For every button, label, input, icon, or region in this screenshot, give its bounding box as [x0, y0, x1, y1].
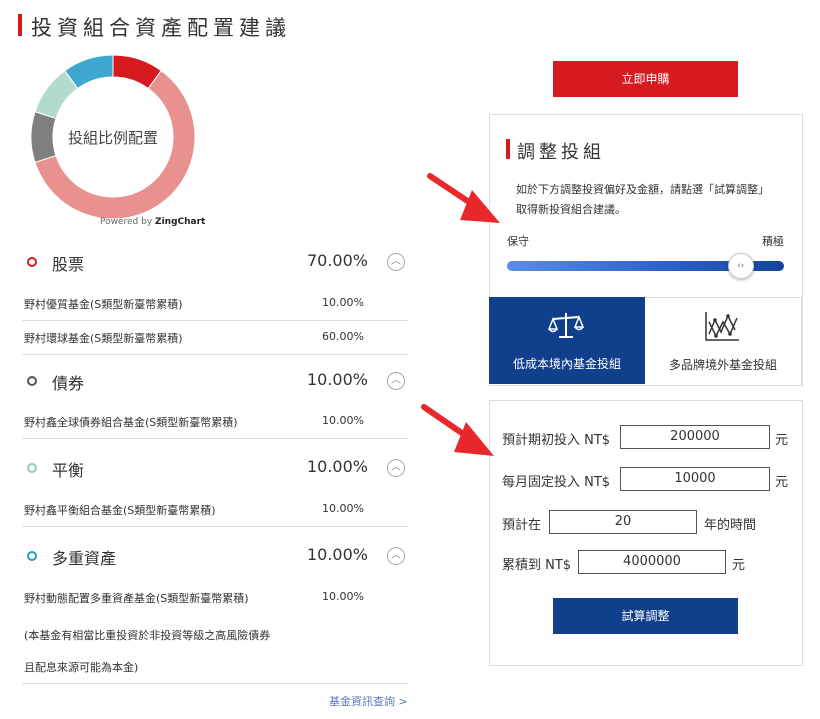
target-amount-label: 累積到 NT$	[502, 558, 572, 573]
title-accent-bar	[18, 14, 22, 36]
category-percent: 10.00%	[306, 370, 368, 389]
category-name: 股票	[52, 255, 85, 274]
page-title: 投資組合資產配置建議	[31, 16, 291, 40]
category-percent: 70.00%	[306, 251, 368, 270]
balance-scale-icon	[547, 313, 585, 338]
apply-now-button[interactable]: 立即申購	[553, 61, 738, 97]
initial-investment-label: 預計期初投入 NT$	[502, 433, 611, 448]
unit-label: 元	[732, 558, 746, 573]
monthly-investment-label: 每月固定投入 NT$	[502, 475, 611, 490]
category-dot	[27, 257, 37, 267]
fund-name: 野村動態配置多重資產基金(S類型新臺幣累積)	[24, 592, 249, 605]
years-row: 預計在 20 年的時間	[502, 510, 802, 536]
category-row-stocks[interactable]: 股票 70.00% ︿	[22, 243, 410, 281]
chevron-up-icon[interactable]: ︿	[387, 372, 405, 390]
slider-label-aggressive: 積極	[762, 235, 784, 248]
chart-credit-prefix: Powered by	[100, 217, 153, 227]
slider-label-conservative: 保守	[507, 235, 529, 248]
donut-center-label: 投組比例配置	[67, 129, 158, 147]
target-amount-input[interactable]: 4000000	[578, 550, 726, 574]
fund-info-link[interactable]: 基金資訊查詢 >	[329, 693, 408, 709]
line-chart-icon	[705, 312, 739, 341]
category-dot	[27, 376, 37, 386]
option-domestic-portfolio[interactable]: 低成本境內基金投組	[489, 297, 645, 384]
category-percent: 10.00%	[306, 545, 368, 564]
fund-row: 野村動態配置多重資產基金(S類型新臺幣累積) 10.00%	[22, 582, 408, 614]
chevron-up-icon[interactable]: ︿	[387, 459, 405, 477]
initial-investment-input[interactable]: 200000	[620, 425, 770, 449]
category-row-bonds[interactable]: 債券 10.00% ︿	[22, 362, 410, 400]
fund-row: 野村鑫平衡組合基金(S類型新臺幣累積) 10.00%	[22, 494, 408, 527]
unit-label: 元	[775, 475, 789, 490]
adjust-title-accent-bar	[506, 139, 510, 159]
category-percent: 10.00%	[306, 457, 368, 476]
risk-note-line2: 且配息來源可能為本金)	[24, 661, 139, 674]
annotation-arrow-icon	[421, 404, 494, 456]
fund-name: 野村優質基金(S類型新臺幣累積)	[24, 298, 183, 311]
years-label: 預計在	[502, 518, 542, 533]
risk-note-line1: (本基金有相當比重投資於非投資等級之高風險債券	[24, 629, 271, 642]
fund-row: 野村優質基金(S類型新臺幣累積) 10.00%	[22, 288, 408, 321]
category-row-balanced[interactable]: 平衡 10.00% ︿	[22, 449, 410, 487]
fund-percent: 10.00%	[322, 590, 364, 603]
option-label: 低成本境內基金投組	[512, 357, 621, 371]
monthly-investment-row: 每月固定投入 NT$ 10000 元	[502, 467, 802, 493]
adjust-description: 如於下方調整投資偏好及金額，請點選「試算調整」取得新投資組合建議。	[516, 183, 769, 216]
chart-credit: Powered by ZingChart	[100, 217, 205, 227]
option-offshore-portfolio[interactable]: 多品牌境外基金投組	[645, 297, 802, 385]
option-label: 多品牌境外基金投組	[668, 358, 777, 372]
category-name: 平衡	[52, 461, 85, 480]
fund-percent: 10.00%	[322, 414, 364, 427]
chevron-up-icon[interactable]: ︿	[387, 547, 405, 565]
years-input[interactable]: 20	[549, 510, 697, 534]
fund-percent: 10.00%	[322, 502, 364, 515]
category-name: 債券	[52, 374, 85, 393]
chevron-up-icon[interactable]: ︿	[387, 253, 405, 271]
monthly-investment-input[interactable]: 10000	[620, 467, 770, 491]
years-unit-label: 年的時間	[704, 518, 757, 533]
fund-row: 野村環球基金(S類型新臺幣累積) 60.00%	[22, 322, 408, 355]
category-dot	[27, 463, 37, 473]
adjust-title: 調整投組	[517, 142, 605, 163]
fund-percent: 10.00%	[322, 296, 364, 309]
calculate-adjust-button[interactable]: 試算調整	[553, 598, 738, 634]
category-row-multi-asset[interactable]: 多重資產 10.00% ︿	[22, 537, 410, 575]
fund-name: 野村鑫平衡組合基金(S類型新臺幣累積)	[24, 504, 216, 517]
initial-investment-row: 預計期初投入 NT$ 200000 元	[502, 425, 802, 451]
category-dot	[27, 551, 37, 561]
risk-slider-thumb[interactable]: ‹›	[727, 253, 754, 279]
unit-label: 元	[775, 433, 789, 448]
fund-percent: 60.00%	[322, 330, 364, 343]
fund-name: 野村鑫全球債券組合基金(S類型新臺幣累積)	[24, 416, 238, 429]
fund-name: 野村環球基金(S類型新臺幣累積)	[24, 332, 183, 345]
category-name: 多重資產	[52, 549, 117, 568]
target-amount-row: 累積到 NT$ 4000000 元	[502, 550, 802, 576]
divider	[22, 683, 408, 684]
fund-row: 野村鑫全球債券組合基金(S類型新臺幣累積) 10.00%	[22, 406, 408, 439]
chart-credit-brand: ZingChart	[155, 217, 206, 227]
